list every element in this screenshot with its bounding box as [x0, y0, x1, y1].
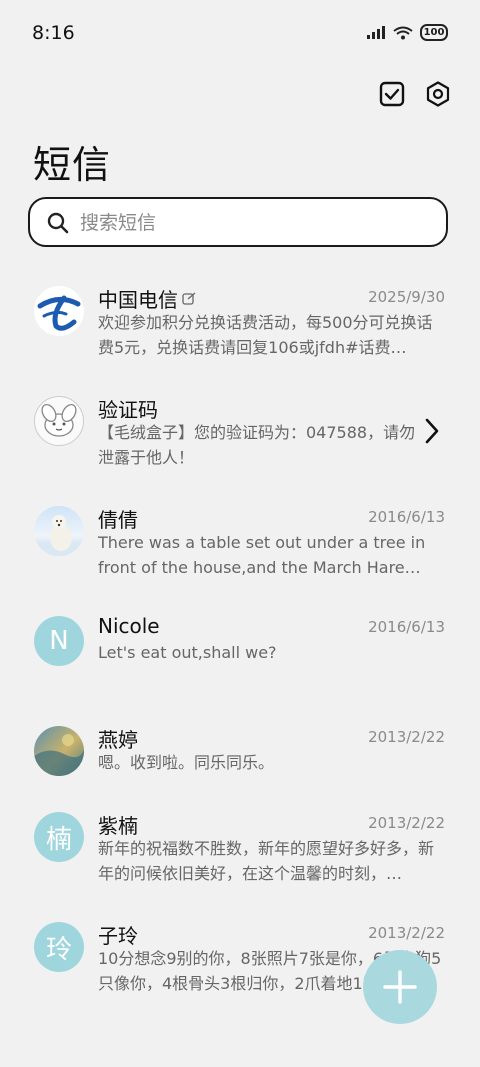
select-messages-button[interactable]	[376, 78, 408, 110]
china-telecom-logo-icon	[35, 287, 83, 335]
search-bar[interactable]	[28, 197, 448, 247]
message-date: 2016/6/13	[368, 508, 445, 526]
avatar: 玲	[34, 922, 84, 972]
avatar	[34, 506, 84, 556]
contact-name: 验证码	[98, 394, 158, 423]
wifi-icon	[393, 26, 413, 39]
plus-icon	[383, 970, 417, 1004]
avatar	[34, 726, 84, 776]
contact-name-text: 验证码	[98, 398, 158, 422]
contact-name: 紫楠	[98, 810, 138, 839]
avatar	[34, 286, 84, 336]
contact-name: 倩倩	[98, 504, 138, 533]
contact-name-text: 子玲	[98, 924, 138, 948]
message-date: 2013/2/22	[368, 924, 445, 942]
photo-avatar-icon	[34, 734, 84, 776]
conversation-item[interactable]: N Nicole 2016/6/13 Let's eat out,shall w…	[0, 600, 480, 710]
message-date: 2013/2/22	[368, 728, 445, 746]
conversation-item[interactable]: 楠 紫楠 2013/2/22 新年的祝福数不胜数，新年的愿望好多好多，新年的问候…	[0, 796, 480, 906]
contact-name: Nicole	[98, 614, 160, 638]
search-input[interactable]	[78, 199, 442, 246]
message-date: 2025/9/30	[368, 288, 445, 306]
message-preview: 欢迎参加积分兑换话费活动，每500分可兑换话费5元，兑换话费请回复106或jfd…	[98, 313, 433, 357]
status-icons: 100	[366, 24, 448, 41]
contact-name: 子玲	[98, 920, 138, 949]
status-bar: 8:16 100	[0, 0, 480, 68]
polar-bear-photo-icon	[34, 515, 84, 556]
cartoon-bunny-avatar-icon	[41, 403, 77, 437]
search-icon	[47, 212, 69, 234]
conversation-list: 中国电信 2025/9/30 欢迎参加积分兑换话费活动，每500分可兑换话费5元…	[0, 270, 480, 1016]
message-preview: There was a table set out under a tree i…	[98, 533, 426, 577]
contact-name-text: 中国电信	[98, 288, 178, 312]
message-date: 2013/2/22	[368, 814, 445, 832]
avatar	[34, 396, 84, 446]
avatar: N	[34, 616, 84, 666]
new-message-button[interactable]	[363, 950, 437, 1024]
settings-hexagon-icon	[426, 81, 450, 107]
message-preview: Let's eat out,shall we?	[98, 643, 277, 662]
contact-name-text: 紫楠	[98, 814, 138, 838]
conversation-item[interactable]: 燕婷 2013/2/22 嗯。收到啦。同乐同乐。	[0, 710, 480, 796]
conversation-item[interactable]: 中国电信 2025/9/30 欢迎参加积分兑换话费活动，每500分可兑换话费5元…	[0, 270, 480, 380]
contact-name-text: 燕婷	[98, 728, 138, 752]
contact-name: 燕婷	[98, 724, 138, 753]
signal-icon	[367, 25, 385, 39]
page-title: 短信	[33, 143, 112, 187]
clock: 8:16	[32, 22, 75, 44]
contact-name: 中国电信	[98, 284, 196, 313]
official-badge-icon	[182, 292, 196, 305]
contact-name-text: 倩倩	[98, 508, 138, 532]
settings-button[interactable]	[422, 78, 454, 110]
conversation-item[interactable]: 倩倩 2016/6/13 There was a table set out u…	[0, 490, 480, 600]
message-preview: 【毛绒盒子】您的验证码为：047588，请勿泄露于他人！	[98, 423, 416, 467]
message-preview: 新年的祝福数不胜数，新年的愿望好多好多，新年的问候依旧美好，在这个温馨的时刻，…	[98, 839, 435, 883]
chevron-right-icon[interactable]	[424, 418, 440, 444]
avatar: 楠	[34, 812, 84, 862]
battery-icon: 100	[420, 24, 448, 41]
message-date: 2016/6/13	[368, 618, 445, 636]
contact-name-text: Nicole	[98, 614, 160, 638]
check-square-icon	[379, 81, 405, 107]
message-preview: 嗯。收到啦。同乐同乐。	[98, 753, 275, 772]
conversation-item[interactable]: 验证码 【毛绒盒子】您的验证码为：047588，请勿泄露于他人！	[0, 380, 480, 490]
